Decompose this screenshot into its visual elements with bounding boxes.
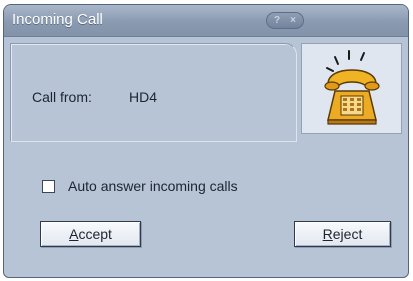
reject-label: eject (332, 226, 363, 242)
window-title: Incoming Call (12, 11, 103, 28)
title-bar[interactable]: Incoming Call ? × (4, 5, 408, 37)
auto-answer-label[interactable]: Auto answer incoming calls (68, 178, 238, 194)
phone-icon-panel (301, 43, 402, 134)
caller-id: HD4 (129, 89, 158, 105)
reject-mnemonic: R (322, 226, 333, 242)
auto-answer-checkbox[interactable] (42, 180, 55, 193)
call-from-label: Call from: (32, 89, 92, 105)
telephone-icon (324, 50, 380, 125)
accept-button[interactable]: Accept (40, 221, 141, 247)
incoming-call-dialog: Incoming Call ? × Call from: HD4 Auto an… (3, 4, 409, 278)
close-button[interactable]: × (285, 14, 301, 27)
reject-button[interactable]: Reject (294, 221, 391, 247)
accept-label: ccept (78, 226, 112, 242)
help-button[interactable]: ? (269, 14, 285, 27)
title-buttons: ? × (266, 12, 304, 29)
